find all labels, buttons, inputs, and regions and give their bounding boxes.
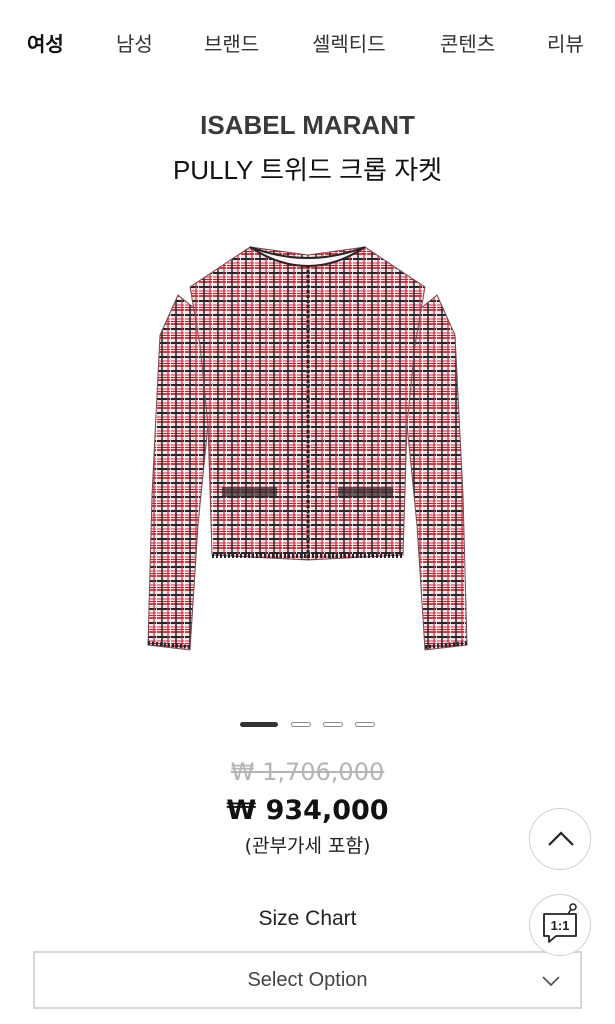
tweed-jacket-image — [147, 246, 468, 651]
scroll-top-button[interactable] — [529, 808, 591, 870]
carousel-dot-3[interactable] — [323, 722, 343, 727]
size-chart-link[interactable]: Size Chart — [0, 907, 615, 931]
chat-button[interactable]: 1:1 — [529, 894, 591, 956]
tax-included-note: (관부가세 포함) — [244, 835, 371, 857]
brand-name[interactable]: ISABEL MARANT — [0, 110, 615, 141]
category-nav: 여성 남성 브랜드 셀렉티드 콘텐츠 리뷰 — [0, 0, 615, 84]
carousel-dot-4[interactable] — [355, 722, 375, 727]
nav-item-brands[interactable]: 브랜드 — [204, 28, 259, 57]
chat-label: 1:1 — [550, 918, 570, 933]
product-image[interactable] — [130, 225, 485, 675]
carousel-dot-2[interactable] — [291, 722, 311, 727]
nav-item-women[interactable]: 여성 — [27, 28, 64, 57]
carousel-dot-1[interactable] — [240, 722, 278, 727]
sale-price: ₩ 934,000 — [226, 795, 389, 826]
nav-item-contents[interactable]: 콘텐츠 — [440, 28, 495, 57]
option-select-label: Select Option — [247, 969, 368, 991]
product-title: PULLY 트위드 크롭 자켓 — [172, 155, 443, 185]
original-price: ₩ 1,706,000 — [230, 758, 385, 786]
chevron-up-icon — [548, 831, 574, 846]
option-select[interactable]: Select Option — [33, 951, 582, 1009]
nav-item-men[interactable]: 남성 — [116, 28, 153, 57]
chevron-down-icon — [542, 976, 560, 987]
nav-item-selected[interactable]: 셀렉티드 — [312, 28, 386, 57]
nav-item-reviews[interactable]: 리뷰 — [547, 28, 584, 57]
